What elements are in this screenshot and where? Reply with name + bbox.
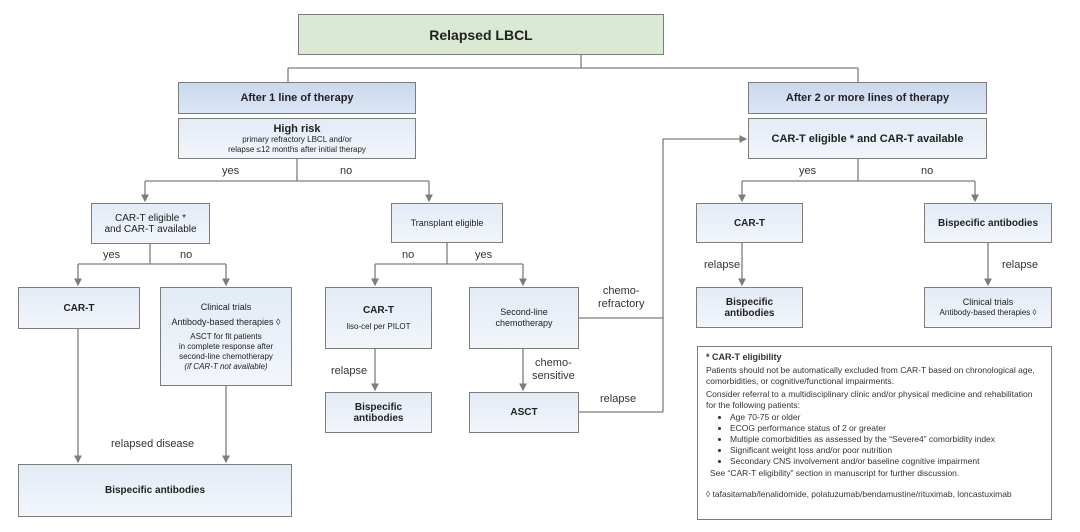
high-risk-line1: primary refractory LBCL and/or	[242, 134, 352, 144]
note-bullet: Significant weight loss and/or poor nutr…	[730, 445, 1043, 456]
note-bullet: ECOG performance status of 2 or greater	[730, 423, 1043, 434]
cart-pilot-title: CAR-T	[362, 304, 395, 316]
high-risk-title: High risk	[273, 122, 321, 135]
asct-label: ASCT	[510, 407, 538, 418]
bispecific-right-left-box: Bispecific antibodies	[696, 287, 803, 328]
note-title: * CAR-T eligibility	[706, 352, 782, 362]
cart-yes-label: yes	[103, 249, 121, 261]
bispecific-right-label: Bispecific antibodies	[937, 217, 1039, 229]
relapse-right2-label: relapse	[1002, 259, 1039, 271]
header-after-1-line: After 1 line of therapy	[178, 82, 416, 114]
root-relapsed-lbcl: Relapsed LBCL	[298, 14, 664, 55]
cart-right-label: CAR-T	[733, 217, 766, 229]
chemo-refractory-label: chemo- refractory	[598, 285, 644, 311]
clinical-trials-right-box: Clinical trials Antibody-based therapies…	[924, 287, 1052, 328]
second-line-line2: chemotherapy	[495, 318, 553, 328]
note-p3: See “CAR-T eligibility” section in manus…	[710, 468, 960, 478]
right-no-label: no	[921, 165, 934, 177]
cart-no-label: no	[180, 249, 193, 261]
note-bullets: Age 70-75 or older ECOG performance stat…	[706, 412, 1043, 467]
second-line-chemo-box: Second-line chemotherapy	[469, 287, 579, 349]
chemo-refractory-line2: refractory	[598, 298, 645, 310]
clinical-trials-box-left: Clinical trials Antibody-based therapies…	[160, 287, 292, 386]
note-p2: Consider referral to a multidisciplinary…	[706, 389, 1033, 410]
bispecific-rl-line2: antibodies	[724, 307, 775, 319]
bispecific-mid-line2: antibodies	[353, 412, 404, 424]
bispecific-bottom-label: Bispecific antibodies	[104, 485, 206, 496]
right-yes-label: yes	[799, 165, 817, 177]
chemo-sensitive-label: chemo- sensitive	[532, 357, 575, 383]
high-risk-box: High risk primary refractory LBCL and/or…	[178, 118, 416, 159]
relapse1-label: relapse	[331, 365, 368, 377]
cart-box-right: CAR-T	[696, 203, 803, 243]
chemo-sensitive-line1: chemo-	[535, 357, 572, 369]
relapse-right1-label: relapse	[704, 259, 741, 271]
note-footnote: ◊ tafasitamab/lenalidomide, polatuzumab/…	[706, 489, 1012, 499]
high-risk-line2: relapse ≤12 months after initial therapy	[228, 144, 366, 154]
bispecific-bottom-box: Bispecific antibodies	[18, 464, 292, 517]
root-title: Relapsed LBCL	[429, 26, 533, 43]
relapsed-disease-label: relapsed disease	[111, 438, 195, 450]
cart-eligible-right-label: CAR-T eligible * and CAR-T available	[771, 132, 964, 145]
cart-eligible-line2: and CAR-T available	[104, 223, 197, 235]
cart-box-left: CAR-T	[18, 287, 140, 329]
cart-box-label: CAR-T	[63, 302, 95, 314]
header-after-2-lines: After 2 or more lines of therapy	[748, 82, 987, 114]
clinical-asct2: in complete response after	[178, 341, 274, 351]
clinical-asct3: second-line chemotherapy	[179, 351, 273, 361]
bispecific-right-box: Bispecific antibodies	[924, 203, 1052, 243]
transplant-eligible-box: Transplant eligible	[391, 203, 503, 243]
no-label: no	[340, 165, 353, 177]
chemo-refractory-line1: chemo-	[602, 285, 640, 297]
clinical-asct4: (if CAR-T not available)	[184, 361, 268, 371]
note-bullet: Secondary CNS involvement and/or baselin…	[730, 456, 1043, 467]
cart-eligible-line1: CAR-T eligible *	[115, 212, 186, 224]
clinical-right-antibody: Antibody-based therapies ◊	[939, 308, 1037, 317]
note-p1: Patients should not be automatically exc…	[706, 365, 1035, 386]
header-right-label: After 2 or more lines of therapy	[785, 92, 950, 104]
te-yes-label: yes	[475, 249, 493, 261]
cart-eligible-right-box: CAR-T eligible * and CAR-T available	[748, 118, 987, 159]
header-label: After 1 line of therapy	[240, 92, 354, 104]
bispecific-mid-line1: Bispecific	[354, 401, 403, 413]
clinical-antibody: Antibody-based therapies ◊	[171, 316, 281, 327]
second-line-line1: Second-line	[500, 307, 548, 317]
note-bullet: Age 70-75 or older	[730, 412, 1043, 423]
bispecific-mid-box: Bispecific antibodies	[325, 392, 432, 433]
bispecific-rl-line1: Bispecific	[725, 296, 774, 308]
note-bullet: Multiple comorbidities as assessed by th…	[730, 434, 1043, 445]
cart-pilot-box: CAR-T liso-cel per PILOT	[325, 287, 432, 349]
cart-pilot-sub: liso-cel per PILOT	[346, 321, 411, 331]
clinical-asct1: ASCT for fit patients	[190, 331, 262, 341]
asct-box: ASCT	[469, 392, 579, 433]
transplant-eligible-label: Transplant eligible	[410, 217, 484, 228]
clinical-title: Clinical trials	[200, 301, 252, 312]
te-no-label: no	[402, 249, 415, 261]
cart-eligible-box: CAR-T eligible * and CAR-T available	[91, 203, 210, 244]
yes-label: yes	[222, 165, 240, 177]
chemo-sensitive-line2: sensitive	[532, 370, 575, 382]
relapse2-label: relapse	[600, 393, 637, 405]
cart-eligibility-note: * CAR-T eligibility Patients should not …	[697, 346, 1052, 520]
clinical-right-title: Clinical trials	[962, 297, 1014, 307]
